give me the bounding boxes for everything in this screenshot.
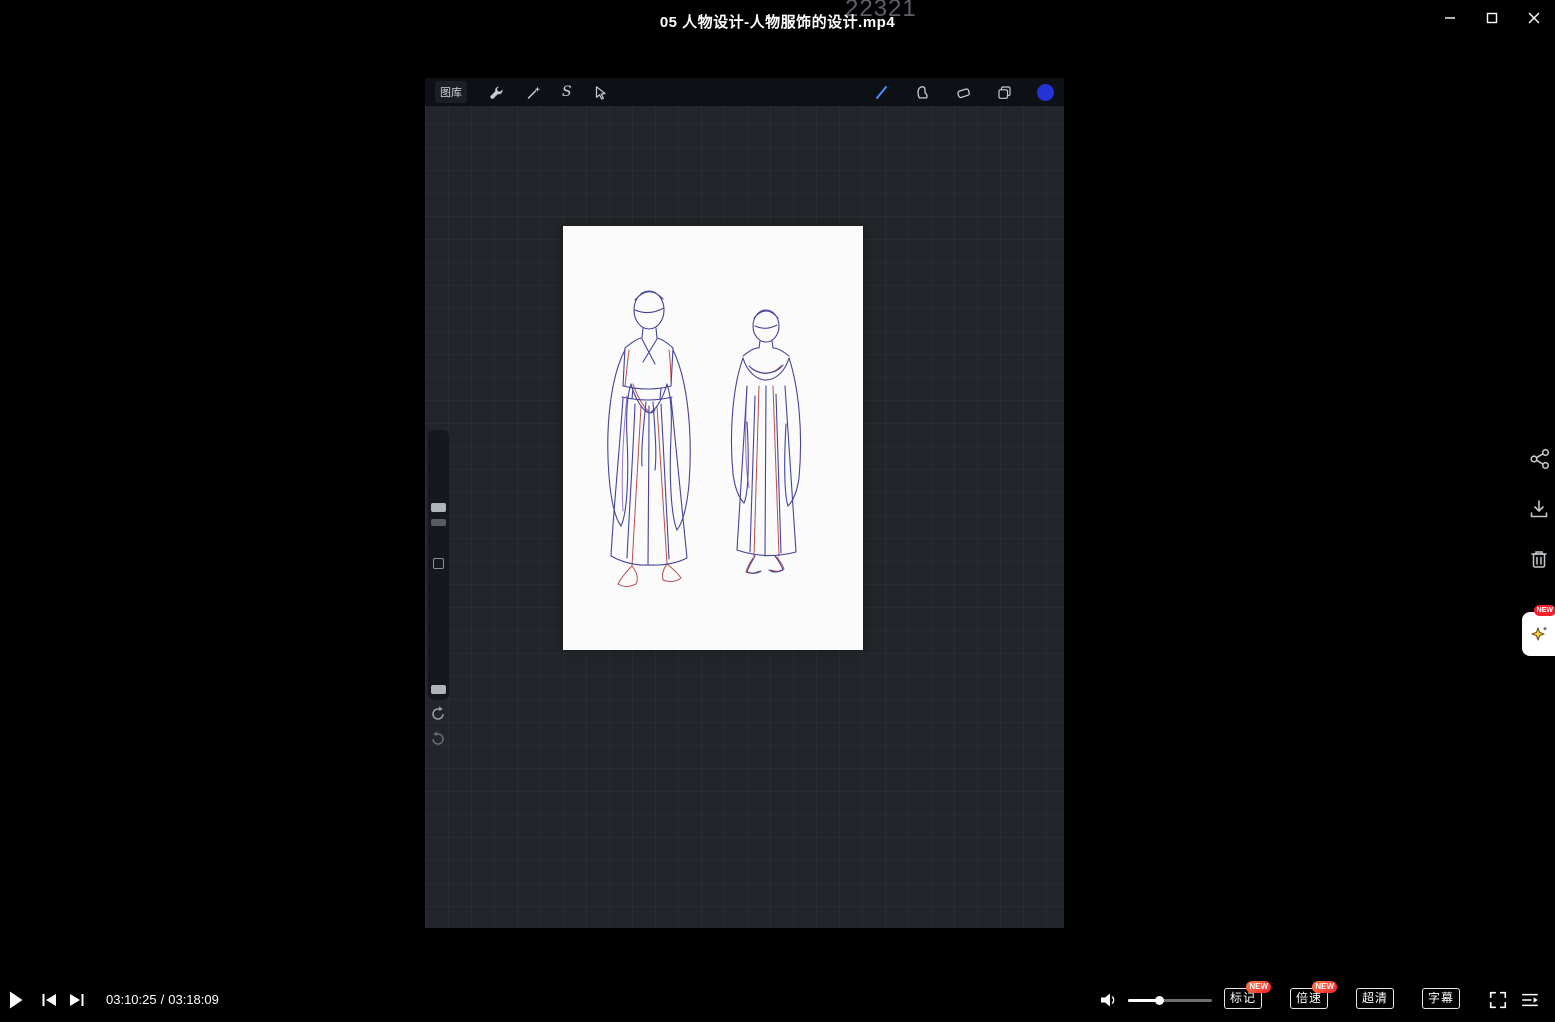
- redo-button[interactable]: [427, 728, 449, 748]
- quality-label: 超清: [1361, 991, 1388, 1005]
- layers-button[interactable]: [996, 84, 1012, 100]
- quality-button[interactable]: 超清: [1356, 988, 1394, 1009]
- cursor-arrow-icon: [595, 85, 606, 100]
- player-controls: 03:10:25/03:18:09 标记 NEW 倍速 NEW 超清 字幕: [0, 978, 1555, 1022]
- speed-label: 倍速: [1295, 991, 1322, 1005]
- speed-new-badge: NEW: [1312, 981, 1337, 993]
- size-slider-handle[interactable]: [431, 503, 446, 512]
- play-icon: [10, 991, 23, 1009]
- play-button[interactable]: [4, 989, 28, 1011]
- fullscreen-icon: [1489, 991, 1507, 1009]
- smudge-finger-icon: [916, 85, 928, 99]
- video-area[interactable]: 图库 S: [425, 78, 1064, 928]
- playlist-button[interactable]: [1518, 990, 1542, 1010]
- smudge-tool-button[interactable]: [914, 84, 930, 100]
- undo-button[interactable]: [427, 703, 449, 723]
- sparkle-star-icon: [1530, 626, 1547, 641]
- volume-knob[interactable]: [1155, 996, 1164, 1005]
- volume-button[interactable]: [1098, 990, 1120, 1010]
- close-icon: [1528, 12, 1540, 24]
- adjustments-button[interactable]: [525, 84, 541, 100]
- window-controls: [1429, 0, 1555, 36]
- time-separator: /: [160, 992, 165, 1007]
- eraser-icon: [956, 87, 970, 98]
- gallery-button[interactable]: 图库: [435, 81, 467, 103]
- eraser-tool-button[interactable]: [955, 84, 971, 100]
- speed-button[interactable]: 倍速 NEW: [1290, 981, 1337, 1009]
- transform-button[interactable]: [593, 84, 609, 100]
- share-button[interactable]: [1527, 446, 1553, 472]
- opacity-slider-handle[interactable]: [431, 685, 446, 694]
- assistant-new-badge: NEW: [1533, 605, 1555, 616]
- subtitle-button[interactable]: 字幕: [1422, 988, 1460, 1009]
- title-bar: 22321 05 人物设计-人物服饰的设计.mp4: [0, 0, 1555, 38]
- current-time: 03:10:25: [106, 992, 157, 1007]
- previous-button[interactable]: [38, 991, 60, 1009]
- close-button[interactable]: [1513, 0, 1555, 36]
- minimize-button[interactable]: [1429, 0, 1471, 36]
- subtitle-label: 字幕: [1427, 991, 1454, 1005]
- volume-icon: [1101, 993, 1115, 1007]
- actions-wrench-button[interactable]: [488, 84, 504, 100]
- color-swatch[interactable]: [1037, 83, 1054, 101]
- duration: 03:18:09: [168, 992, 219, 1007]
- brush-sidebar[interactable]: [428, 430, 449, 700]
- previous-icon: [42, 994, 56, 1006]
- selection-button[interactable]: S: [562, 84, 572, 100]
- maximize-button[interactable]: [1471, 0, 1513, 36]
- delete-button[interactable]: [1526, 546, 1552, 572]
- figure-drawing: [607, 290, 802, 587]
- download-icon: [1530, 500, 1548, 518]
- screen: 22321 05 人物设计-人物服饰的设计.mp4 图库 S NEW 03:10…: [0, 0, 1555, 1022]
- redo-icon: [432, 731, 444, 745]
- size-slider-secondary-handle[interactable]: [431, 519, 446, 526]
- trash-icon: [1531, 551, 1547, 568]
- minimize-icon: [1445, 17, 1455, 19]
- time-display: 03:10:25/03:18:09: [104, 978, 221, 1022]
- undo-icon: [432, 706, 444, 720]
- drawing-canvas[interactable]: [563, 226, 863, 650]
- next-button[interactable]: [66, 991, 88, 1009]
- window-title: 05 人物设计-人物服饰的设计.mp4: [659, 14, 896, 31]
- maximize-icon: [1486, 12, 1498, 24]
- fullscreen-button[interactable]: [1486, 989, 1510, 1011]
- share-icon: [1530, 448, 1550, 470]
- brush-icon: [875, 85, 887, 99]
- assistant-star-button[interactable]: NEW: [1522, 605, 1555, 656]
- mark-button[interactable]: 标记 NEW: [1224, 981, 1271, 1009]
- next-icon: [70, 994, 84, 1006]
- app-toolbar: 图库 S: [425, 78, 1064, 106]
- mark-label: 标记: [1229, 991, 1256, 1005]
- mark-new-badge: NEW: [1246, 981, 1271, 993]
- layers-icon: [997, 85, 1011, 99]
- download-button[interactable]: [1526, 496, 1552, 522]
- wrench-icon: [489, 85, 503, 99]
- magic-wand-icon: [527, 86, 540, 99]
- playlist-icon: [1522, 993, 1538, 1007]
- brush-tool-button[interactable]: [873, 84, 889, 100]
- modify-button[interactable]: [433, 558, 444, 569]
- volume-slider[interactable]: [1128, 996, 1212, 1005]
